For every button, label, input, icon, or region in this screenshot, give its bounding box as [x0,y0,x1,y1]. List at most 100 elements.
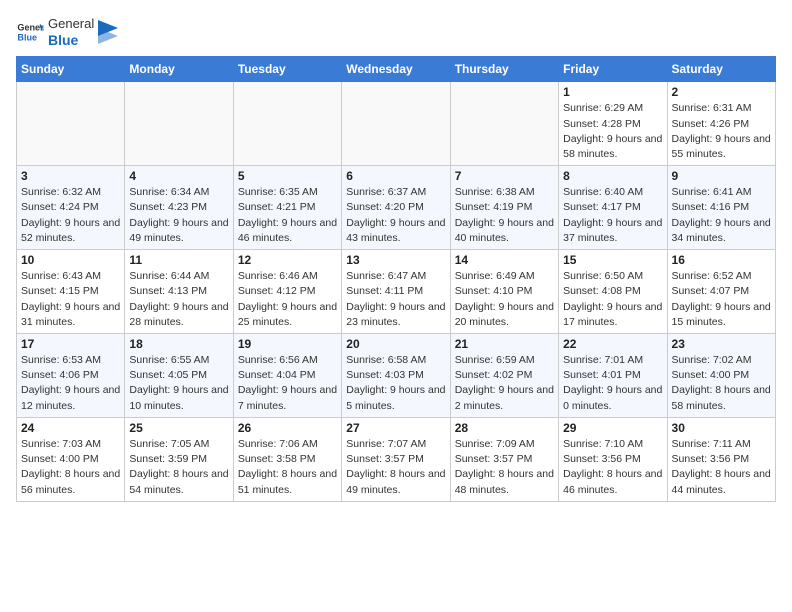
calendar-day-cell: 27 Sunrise: 7:07 AMSunset: 3:57 PMDayligh… [342,417,450,501]
calendar-day-cell: 16 Sunrise: 6:52 AMSunset: 4:07 PMDayligh… [667,250,775,334]
day-info: Sunrise: 6:49 AMSunset: 4:10 PMDaylight:… [455,269,554,330]
day-number: 6 [346,169,445,183]
day-info: Sunrise: 6:37 AMSunset: 4:20 PMDaylight:… [346,185,445,246]
calendar-day-cell: 2Sunrise: 6:31 AMSunset: 4:26 PMDaylight… [667,82,775,166]
calendar-day-cell: 29 Sunrise: 7:10 AMSunset: 3:56 PMDayligh… [559,417,667,501]
calendar-day-cell: 8 Sunrise: 6:40 AMSunset: 4:17 PMDaylight… [559,166,667,250]
day-of-week-header: Wednesday [342,57,450,82]
calendar-day-cell: 9 Sunrise: 6:41 AMSunset: 4:16 PMDaylight… [667,166,775,250]
day-number: 20 [346,337,445,351]
page-header: General Blue General Blue [16,16,776,48]
calendar-day-cell: 5 Sunrise: 6:35 AMSunset: 4:21 PMDaylight… [233,166,341,250]
day-number: 8 [563,169,662,183]
day-number: 9 [672,169,771,183]
day-info: Sunrise: 6:29 AMSunset: 4:28 PMDaylight:… [563,101,662,162]
day-number: 12 [238,253,337,267]
day-number: 2 [672,85,771,99]
day-info: Sunrise: 7:01 AMSunset: 4:01 PMDaylight:… [563,353,662,414]
calendar-day-cell: 25 Sunrise: 7:05 AMSunset: 3:59 PMDayligh… [125,417,233,501]
day-info: Sunrise: 7:07 AMSunset: 3:57 PMDaylight:… [346,437,445,498]
day-info: Sunrise: 6:55 AMSunset: 4:05 PMDaylight:… [129,353,228,414]
calendar-day-cell: 17Sunrise: 6:53 AMSunset: 4:06 PMDayligh… [17,334,125,418]
day-number: 18 [129,337,228,351]
day-number: 10 [21,253,120,267]
day-info: Sunrise: 6:50 AMSunset: 4:08 PMDaylight:… [563,269,662,330]
calendar-day-cell: 14 Sunrise: 6:49 AMSunset: 4:10 PMDayligh… [450,250,558,334]
calendar-day-cell: 1 Sunrise: 6:29 AMSunset: 4:28 PMDaylight… [559,82,667,166]
day-number: 16 [672,253,771,267]
day-info: Sunrise: 6:35 AMSunset: 4:21 PMDaylight:… [238,185,337,246]
calendar-day-cell: 11 Sunrise: 6:44 AMSunset: 4:13 PMDayligh… [125,250,233,334]
day-number: 3 [21,169,120,183]
day-number: 15 [563,253,662,267]
logo-blue-text: Blue [48,32,94,49]
svg-text:Blue: Blue [17,33,37,43]
day-of-week-header: Sunday [17,57,125,82]
day-info: Sunrise: 6:32 AMSunset: 4:24 PMDaylight:… [21,185,120,246]
day-number: 11 [129,253,228,267]
day-number: 17 [21,337,120,351]
day-number: 14 [455,253,554,267]
day-info: Sunrise: 6:56 AMSunset: 4:04 PMDaylight:… [238,353,337,414]
day-info: Sunrise: 6:41 AMSunset: 4:16 PMDaylight:… [672,185,771,246]
calendar-table: SundayMondayTuesdayWednesdayThursdayFrid… [16,56,776,501]
calendar-day-cell: 26Sunrise: 7:06 AMSunset: 3:58 PMDayligh… [233,417,341,501]
day-info: Sunrise: 7:11 AMSunset: 3:56 PMDaylight:… [672,437,771,498]
calendar-week-row: 10 Sunrise: 6:43 AMSunset: 4:15 PMDayligh… [17,250,776,334]
day-info: Sunrise: 6:47 AMSunset: 4:11 PMDaylight:… [346,269,445,330]
calendar-week-row: 17Sunrise: 6:53 AMSunset: 4:06 PMDayligh… [17,334,776,418]
day-info: Sunrise: 6:44 AMSunset: 4:13 PMDaylight:… [129,269,228,330]
day-number: 29 [563,421,662,435]
calendar-day-cell: 20 Sunrise: 6:58 AMSunset: 4:03 PMDayligh… [342,334,450,418]
day-info: Sunrise: 6:58 AMSunset: 4:03 PMDaylight:… [346,353,445,414]
calendar-day-cell [17,82,125,166]
day-number: 5 [238,169,337,183]
logo: General Blue General Blue [16,16,118,48]
logo-icon: General Blue [16,18,44,46]
day-number: 28 [455,421,554,435]
calendar-day-cell: 12 Sunrise: 6:46 AMSunset: 4:12 PMDayligh… [233,250,341,334]
day-of-week-header: Monday [125,57,233,82]
day-number: 1 [563,85,662,99]
day-number: 7 [455,169,554,183]
calendar-day-cell: 18 Sunrise: 6:55 AMSunset: 4:05 PMDayligh… [125,334,233,418]
day-info: Sunrise: 6:38 AMSunset: 4:19 PMDaylight:… [455,185,554,246]
logo-general-text: General [48,16,94,32]
calendar-day-cell: 6 Sunrise: 6:37 AMSunset: 4:20 PMDaylight… [342,166,450,250]
day-number: 23 [672,337,771,351]
calendar-week-row: 1 Sunrise: 6:29 AMSunset: 4:28 PMDaylight… [17,82,776,166]
calendar-day-cell: 24Sunrise: 7:03 AMSunset: 4:00 PMDayligh… [17,417,125,501]
day-info: Sunrise: 6:46 AMSunset: 4:12 PMDaylight:… [238,269,337,330]
calendar-day-cell [125,82,233,166]
calendar-header-row: SundayMondayTuesdayWednesdayThursdayFrid… [17,57,776,82]
calendar-day-cell: 22 Sunrise: 7:01 AMSunset: 4:01 PMDayligh… [559,334,667,418]
calendar-day-cell: 23 Sunrise: 7:02 AMSunset: 4:00 PMDayligh… [667,334,775,418]
day-info: Sunrise: 6:40 AMSunset: 4:17 PMDaylight:… [563,185,662,246]
calendar-week-row: 24Sunrise: 7:03 AMSunset: 4:00 PMDayligh… [17,417,776,501]
day-info: Sunrise: 6:52 AMSunset: 4:07 PMDaylight:… [672,269,771,330]
day-number: 13 [346,253,445,267]
day-number: 27 [346,421,445,435]
day-info: Sunrise: 7:05 AMSunset: 3:59 PMDaylight:… [129,437,228,498]
day-number: 19 [238,337,337,351]
day-info: Sunrise: 6:43 AMSunset: 4:15 PMDaylight:… [21,269,120,330]
calendar-day-cell: 15 Sunrise: 6:50 AMSunset: 4:08 PMDayligh… [559,250,667,334]
day-number: 21 [455,337,554,351]
calendar-day-cell: 21 Sunrise: 6:59 AMSunset: 4:02 PMDayligh… [450,334,558,418]
day-info: Sunrise: 6:59 AMSunset: 4:02 PMDaylight:… [455,353,554,414]
day-of-week-header: Tuesday [233,57,341,82]
calendar-day-cell: 10 Sunrise: 6:43 AMSunset: 4:15 PMDayligh… [17,250,125,334]
day-info: Sunrise: 7:03 AMSunset: 4:00 PMDaylight:… [21,437,120,498]
calendar-day-cell: 30Sunrise: 7:11 AMSunset: 3:56 PMDayligh… [667,417,775,501]
day-info: Sunrise: 7:02 AMSunset: 4:00 PMDaylight:… [672,353,771,414]
day-number: 22 [563,337,662,351]
day-number: 25 [129,421,228,435]
calendar-week-row: 3 Sunrise: 6:32 AMSunset: 4:24 PMDaylight… [17,166,776,250]
calendar-day-cell: 7 Sunrise: 6:38 AMSunset: 4:19 PMDaylight… [450,166,558,250]
day-info: Sunrise: 7:10 AMSunset: 3:56 PMDaylight:… [563,437,662,498]
calendar-day-cell: 3 Sunrise: 6:32 AMSunset: 4:24 PMDaylight… [17,166,125,250]
day-info: Sunrise: 6:34 AMSunset: 4:23 PMDaylight:… [129,185,228,246]
calendar-day-cell: 13 Sunrise: 6:47 AMSunset: 4:11 PMDayligh… [342,250,450,334]
calendar-day-cell: 28Sunrise: 7:09 AMSunset: 3:57 PMDayligh… [450,417,558,501]
calendar-day-cell [342,82,450,166]
